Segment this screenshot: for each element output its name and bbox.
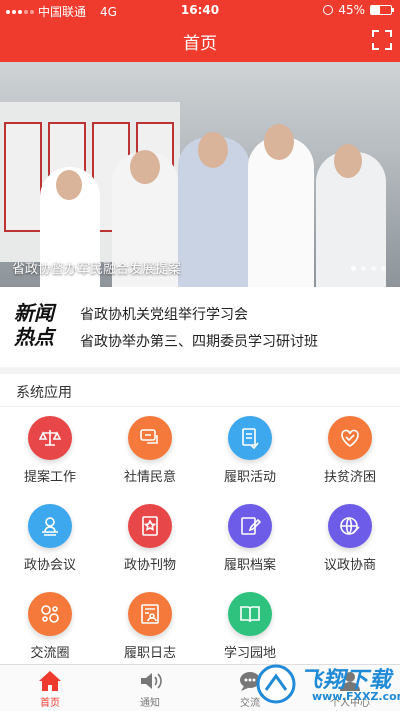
battery-icon bbox=[370, 5, 394, 15]
news-hotspot: 新闻 热点 省政协机关党组举行学习会 省政协举办第三、四期委员学习研讨班 bbox=[0, 287, 400, 367]
app-duty-archive[interactable]: 履职档案 bbox=[200, 504, 300, 573]
carousel-dot[interactable] bbox=[361, 266, 366, 271]
carousel-dot[interactable] bbox=[381, 266, 386, 271]
app-social-circle[interactable]: 交流圈 bbox=[0, 592, 100, 661]
log-icon bbox=[128, 592, 172, 636]
meeting-icon bbox=[28, 504, 72, 548]
scales-icon bbox=[28, 416, 72, 460]
tab-home[interactable]: 首页 bbox=[0, 670, 100, 709]
battery-percent: 45% bbox=[338, 3, 365, 17]
system-apps-section: 系统应用 提案工作 社情民意 履职活动 扶贫济困 政协会议 政协刊物 履职档案 … bbox=[0, 374, 400, 664]
top-bar: 中国联通 4G 16:40 45% 首页 bbox=[0, 0, 400, 62]
magazine-icon bbox=[128, 504, 172, 548]
heart-icon bbox=[328, 416, 372, 460]
app-cppcc-publication[interactable]: 政协刊物 bbox=[100, 504, 200, 573]
home-icon bbox=[39, 671, 61, 691]
app-poverty-relief[interactable]: 扶贫济困 bbox=[300, 416, 400, 485]
globe-icon bbox=[328, 504, 372, 548]
news-item[interactable]: 省政协机关党组举行学习会 bbox=[80, 304, 248, 324]
app-proposal-work[interactable]: 提案工作 bbox=[0, 416, 100, 485]
book-icon bbox=[228, 592, 272, 636]
chat-icon bbox=[128, 416, 172, 460]
archive-icon bbox=[228, 504, 272, 548]
watermark: 飞翔下载 www.FXXZ.com bbox=[252, 658, 400, 710]
carousel-dots bbox=[351, 266, 386, 271]
speaker-icon bbox=[141, 673, 162, 689]
page-title: 首页 bbox=[183, 34, 217, 54]
scan-icon[interactable] bbox=[372, 30, 392, 50]
app-political-consultation[interactable]: 议政协商 bbox=[300, 504, 400, 573]
status-bar: 中国联通 4G 16:40 45% bbox=[0, 0, 400, 20]
banner-caption[interactable]: 省政协督办军民融合发展提案 bbox=[12, 258, 181, 277]
circles-icon bbox=[28, 592, 72, 636]
app-duty-activities[interactable]: 履职活动 bbox=[200, 416, 300, 485]
app-study-garden[interactable]: 学习园地 bbox=[200, 592, 300, 661]
app-duty-log[interactable]: 履职日志 bbox=[100, 592, 200, 661]
divider bbox=[0, 406, 400, 407]
rotation-lock-icon bbox=[323, 5, 334, 15]
document-icon bbox=[228, 416, 272, 460]
tab-notice[interactable]: 通知 bbox=[100, 670, 200, 709]
section-title: 系统应用 bbox=[16, 385, 72, 401]
news-item[interactable]: 省政协举办第三、四期委员学习研讨班 bbox=[80, 331, 318, 351]
carousel-dot[interactable] bbox=[351, 266, 356, 271]
banner-carousel[interactable] bbox=[0, 62, 400, 287]
app-public-opinion[interactable]: 社情民意 bbox=[100, 416, 200, 485]
watermark-logo bbox=[256, 664, 296, 704]
app-cppcc-meeting[interactable]: 政协会议 bbox=[0, 504, 100, 573]
news-hotspot-logo: 新闻 热点 bbox=[14, 301, 54, 349]
carousel-dot[interactable] bbox=[371, 266, 376, 271]
